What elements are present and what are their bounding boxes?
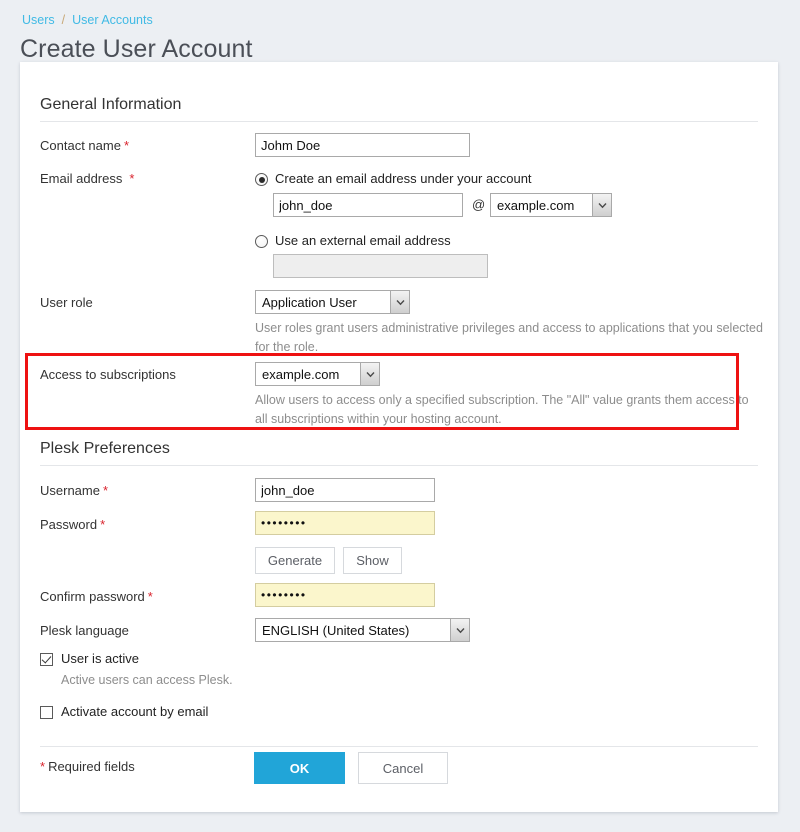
label-plesk-language-text: Plesk language	[40, 623, 129, 638]
radio-label-internal-email: Create an email address under your accou…	[275, 171, 532, 187]
hint-user-role: User roles grant users administrative pr…	[255, 319, 765, 357]
page-title: Create User Account	[20, 32, 253, 66]
external-email-input[interactable]	[273, 254, 488, 278]
label-confirm-password-text: Confirm password	[40, 589, 145, 604]
section-heading-plesk-preferences: Plesk Preferences	[40, 440, 758, 466]
plesk-language-select[interactable]: ENGLISH (United States)	[255, 618, 470, 642]
label-email-address: Email address *	[40, 171, 134, 186]
at-symbol: @	[472, 197, 485, 212]
breadcrumb-separator: /	[62, 13, 65, 27]
email-local-part-input[interactable]	[273, 193, 463, 217]
label-access-to-subscriptions: Access to subscriptions	[40, 367, 176, 382]
breadcrumb-item-user-accounts[interactable]: User Accounts	[72, 13, 153, 27]
show-password-button[interactable]: Show	[343, 547, 402, 574]
label-password-text: Password	[40, 517, 97, 532]
required-asterisk-username: *	[103, 483, 108, 498]
chevron-down-icon	[390, 291, 409, 313]
create-user-account-form-panel: General Information Contact name* Email …	[20, 62, 778, 812]
radio-indicator-internal-email	[255, 173, 268, 186]
breadcrumb: Users / User Accounts	[22, 12, 153, 28]
label-user-role-text: User role	[40, 295, 93, 310]
user-role-select-value: Application User	[256, 295, 390, 310]
checkbox-label-activate-account-by-email: Activate account by email	[61, 704, 208, 720]
breadcrumb-item-users[interactable]: Users	[22, 13, 55, 27]
checkbox-indicator-activate-account-by-email	[40, 706, 53, 719]
label-plesk-language: Plesk language	[40, 623, 129, 638]
label-password: Password*	[40, 517, 105, 532]
label-email-address-text: Email address	[40, 171, 122, 186]
email-domain-select-value: example.com	[491, 198, 592, 213]
radio-use-external-email[interactable]: Use an external email address	[255, 233, 451, 249]
label-confirm-password: Confirm password*	[40, 589, 153, 604]
footer-divider	[40, 746, 758, 747]
label-user-role: User role	[40, 295, 93, 310]
required-asterisk-contact-name: *	[124, 138, 129, 153]
access-subscriptions-select-value: example.com	[256, 367, 360, 382]
required-fields-note: *Required fields	[40, 759, 135, 774]
ok-button[interactable]: OK	[254, 752, 345, 784]
contact-name-input[interactable]	[255, 133, 470, 157]
email-domain-select[interactable]: example.com	[490, 193, 612, 217]
radio-label-external-email: Use an external email address	[275, 233, 451, 249]
required-fields-note-text: Required fields	[48, 759, 135, 774]
required-asterisk-email-address: *	[129, 171, 134, 186]
chevron-down-icon	[360, 363, 379, 385]
checkbox-indicator-user-is-active	[40, 653, 53, 666]
cancel-button[interactable]: Cancel	[358, 752, 448, 784]
radio-indicator-external-email	[255, 235, 268, 248]
access-subscriptions-select[interactable]: example.com	[255, 362, 380, 386]
username-input[interactable]	[255, 478, 435, 502]
hint-user-is-active: Active users can access Plesk.	[61, 671, 461, 690]
checkbox-user-is-active[interactable]: User is active	[40, 651, 139, 667]
section-heading-general-information: General Information	[40, 96, 758, 122]
user-role-select[interactable]: Application User	[255, 290, 410, 314]
label-username: Username*	[40, 483, 108, 498]
checkbox-activate-account-by-email[interactable]: Activate account by email	[40, 704, 208, 720]
password-input[interactable]	[255, 511, 435, 535]
confirm-password-input[interactable]	[255, 583, 435, 607]
chevron-down-icon	[592, 194, 611, 216]
required-asterisk-confirm-password: *	[148, 589, 153, 604]
label-username-text: Username	[40, 483, 100, 498]
hint-access-to-subscriptions: Allow users to access only a specified s…	[255, 391, 755, 429]
generate-password-button[interactable]: Generate	[255, 547, 335, 574]
plesk-language-select-value: ENGLISH (United States)	[256, 623, 450, 638]
checkbox-label-user-is-active: User is active	[61, 651, 139, 667]
label-contact-name: Contact name*	[40, 138, 129, 153]
required-fields-asterisk: *	[40, 759, 45, 774]
label-contact-name-text: Contact name	[40, 138, 121, 153]
radio-create-internal-email[interactable]: Create an email address under your accou…	[255, 171, 532, 187]
chevron-down-icon	[450, 619, 469, 641]
label-access-to-subscriptions-text: Access to subscriptions	[40, 367, 176, 382]
required-asterisk-password: *	[100, 517, 105, 532]
